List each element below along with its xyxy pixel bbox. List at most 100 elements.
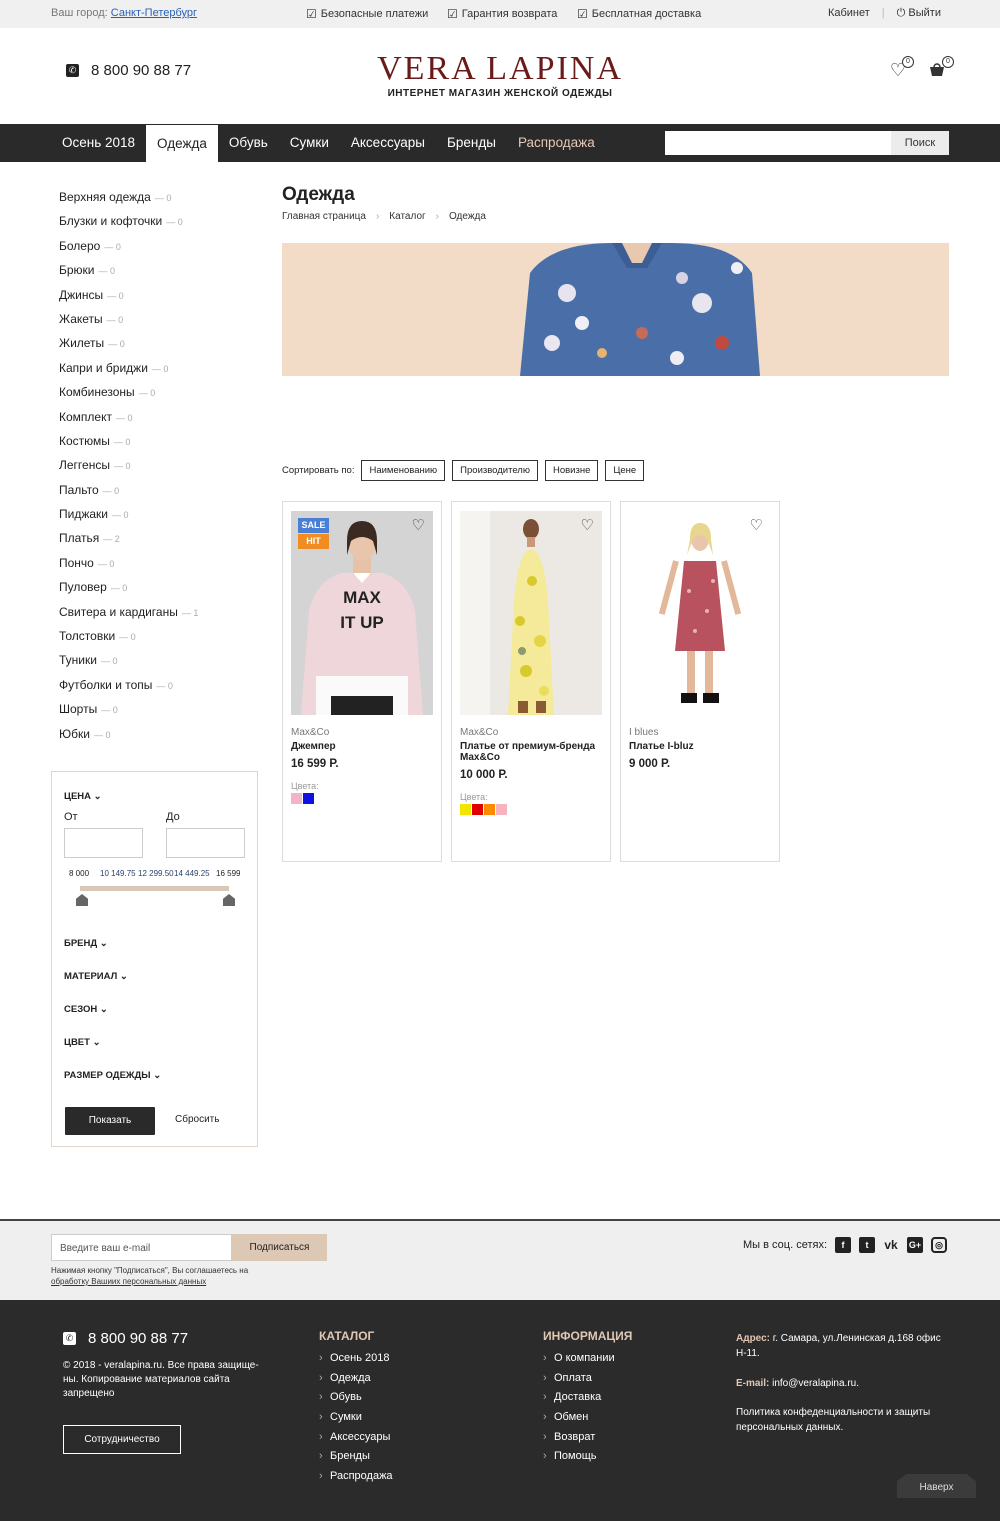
- subscribe-button[interactable]: Подписаться: [232, 1234, 327, 1261]
- back-to-top-button[interactable]: Наверх: [897, 1474, 976, 1498]
- show-button[interactable]: Показать: [65, 1107, 155, 1135]
- nav-item-accessories[interactable]: Аксессуары: [340, 124, 436, 162]
- category-item[interactable]: Пальто — 0: [59, 483, 198, 507]
- email-input[interactable]: Введите ваш e-mail: [51, 1234, 232, 1261]
- cart-button[interactable]: 0: [928, 56, 954, 83]
- category-item[interactable]: Свитера и кардиганы — 1: [59, 605, 198, 629]
- category-item[interactable]: Комплект — 0: [59, 410, 198, 434]
- nav-item-clothing[interactable]: Одежда: [146, 124, 218, 162]
- email-value[interactable]: info@veralapina.ru.: [772, 1378, 859, 1389]
- footer-info-link[interactable]: Доставка: [543, 1391, 632, 1411]
- product-image[interactable]: [629, 511, 771, 715]
- category-item[interactable]: Джинсы — 0: [59, 288, 198, 312]
- color-swatch[interactable]: [484, 804, 495, 815]
- filter-material-toggle[interactable]: МАТЕРИАЛ ⌄: [64, 971, 128, 982]
- sort-by-manufacturer-button[interactable]: Производителю: [452, 460, 538, 481]
- breadcrumb-home[interactable]: Главная страница: [282, 211, 366, 222]
- city-link[interactable]: Санкт-Петербург: [111, 7, 197, 19]
- category-item[interactable]: Жакеты — 0: [59, 312, 198, 336]
- product-name[interactable]: Платье I-bluz: [629, 741, 774, 752]
- vk-icon[interactable]: vk: [883, 1237, 899, 1253]
- price-slider-track[interactable]: [80, 886, 229, 891]
- footer-catalog-link[interactable]: Бренды: [319, 1450, 393, 1470]
- category-item[interactable]: Юбки — 0: [59, 727, 198, 751]
- category-item[interactable]: Толстовки — 0: [59, 629, 198, 653]
- twitter-icon[interactable]: t: [859, 1237, 875, 1253]
- price-slider-max-handle[interactable]: [223, 894, 235, 906]
- color-swatch[interactable]: [291, 793, 302, 804]
- search-button[interactable]: Поиск: [891, 131, 949, 155]
- product-image[interactable]: [460, 511, 602, 715]
- category-item[interactable]: Комбинезоны — 0: [59, 385, 198, 409]
- category-item[interactable]: Капри и бриджи — 0: [59, 361, 198, 385]
- category-item[interactable]: Леггенсы — 0: [59, 458, 198, 482]
- sort-by-newness-button[interactable]: Новизне: [544, 460, 599, 481]
- category-item[interactable]: Брюки — 0: [59, 263, 198, 287]
- category-item[interactable]: Пончо — 0: [59, 556, 198, 580]
- footer-catalog-link[interactable]: Осень 2018: [319, 1352, 393, 1372]
- footer-catalog-link[interactable]: Обувь: [319, 1391, 393, 1411]
- category-item[interactable]: Жилеты — 0: [59, 336, 198, 360]
- cabinet-link[interactable]: Кабинет: [828, 7, 870, 20]
- category-item[interactable]: Платья — 2: [59, 531, 198, 555]
- wishlist-button[interactable]: ♡ 0: [890, 56, 914, 83]
- breadcrumb-catalog[interactable]: Каталог: [389, 211, 425, 222]
- color-swatch[interactable]: [472, 804, 483, 815]
- color-swatch[interactable]: [460, 804, 471, 815]
- facebook-icon[interactable]: f: [835, 1237, 851, 1253]
- filter-color-toggle[interactable]: ЦВЕТ ⌄: [64, 1037, 101, 1048]
- category-item[interactable]: Пуловер — 0: [59, 580, 198, 604]
- cooperation-button[interactable]: Сотрудничество: [63, 1425, 181, 1454]
- category-item[interactable]: Шорты — 0: [59, 702, 198, 726]
- google-plus-icon[interactable]: G+: [907, 1237, 923, 1253]
- wishlist-heart-icon[interactable]: ♡: [581, 516, 594, 534]
- instagram-icon[interactable]: ◎: [931, 1237, 947, 1253]
- footer-catalog-link[interactable]: Распродажа: [319, 1470, 393, 1490]
- nav-item-bags[interactable]: Сумки: [279, 124, 340, 162]
- color-swatch[interactable]: [496, 804, 507, 815]
- nav-item-sale[interactable]: Распродажа: [507, 124, 606, 162]
- nav-item-brands[interactable]: Бренды: [436, 124, 507, 162]
- wishlist-heart-icon[interactable]: ♡: [412, 516, 425, 534]
- filter-size-toggle[interactable]: РАЗМЕР ОДЕЖДЫ ⌄: [64, 1070, 161, 1081]
- sort-by-name-button[interactable]: Наименованию: [361, 460, 446, 481]
- nav-item-shoes[interactable]: Обувь: [218, 124, 279, 162]
- product-name[interactable]: Джемпер: [291, 741, 436, 752]
- product-name[interactable]: Платье от премиум-бренда Max&Co: [460, 741, 605, 763]
- filter-brand-toggle[interactable]: БРЕНД ⌄: [64, 938, 108, 949]
- category-item[interactable]: Пиджаки — 0: [59, 507, 198, 531]
- category-item[interactable]: Футболки и топы — 0: [59, 678, 198, 702]
- footer-info-link[interactable]: Оплата: [543, 1372, 632, 1392]
- price-from-input[interactable]: [64, 828, 143, 858]
- category-item[interactable]: Блузки и кофточки — 0: [59, 214, 198, 238]
- footer-catalog-link[interactable]: Сумки: [319, 1411, 393, 1431]
- footer-info-link[interactable]: Возврат: [543, 1431, 632, 1451]
- nav-item-autumn[interactable]: Осень 2018: [51, 124, 146, 162]
- color-swatch[interactable]: [303, 793, 314, 804]
- footer-info-link[interactable]: О компании: [543, 1352, 632, 1372]
- logout-link[interactable]: ⏻ Выйти: [897, 7, 941, 20]
- category-item[interactable]: Костюмы — 0: [59, 434, 198, 458]
- footer-info-link[interactable]: Обмен: [543, 1411, 632, 1431]
- sort-by-price-button[interactable]: Цене: [605, 460, 645, 481]
- footer-phone[interactable]: ✆ 8 800 90 88 77: [63, 1330, 188, 1347]
- product-card[interactable]: ♡ Max&Co Платье от премиум-бренда Max&Co…: [451, 501, 611, 862]
- product-image[interactable]: SALE HIT MAX IT UP: [291, 511, 433, 715]
- price-slider-min-handle[interactable]: [76, 894, 88, 906]
- search-input[interactable]: [665, 131, 891, 155]
- reset-button[interactable]: Сбросить: [175, 1114, 219, 1125]
- footer-catalog-link[interactable]: Одежда: [319, 1372, 393, 1392]
- logo[interactable]: VERA LAPINA ИНТЕРНЕТ МАГАЗИН ЖЕНСКОЙ ОДЕ…: [0, 50, 1000, 99]
- wishlist-heart-icon[interactable]: ♡: [750, 516, 763, 534]
- privacy-link[interactable]: обработку Вашиих персональных данных: [51, 1277, 206, 1286]
- product-card[interactable]: SALE HIT MAX IT UP ♡ Max&Co Джемпер 16 5…: [282, 501, 442, 862]
- category-item[interactable]: Верхняя одежда — 0: [59, 190, 198, 214]
- category-item[interactable]: Туники — 0: [59, 653, 198, 677]
- product-card[interactable]: ♡ I blues Платье I-bluz 9 000 Р.: [620, 501, 780, 862]
- footer-catalog-link[interactable]: Аксессуары: [319, 1431, 393, 1451]
- filter-price-toggle[interactable]: ЦЕНА ⌄: [64, 791, 102, 802]
- footer-info-link[interactable]: Помощь: [543, 1450, 632, 1470]
- filter-season-toggle[interactable]: СЕЗОН ⌄: [64, 1004, 108, 1015]
- price-to-input[interactable]: [166, 828, 245, 858]
- privacy-policy-link[interactable]: Политика конфеденциальности и защиты пер…: [736, 1405, 956, 1435]
